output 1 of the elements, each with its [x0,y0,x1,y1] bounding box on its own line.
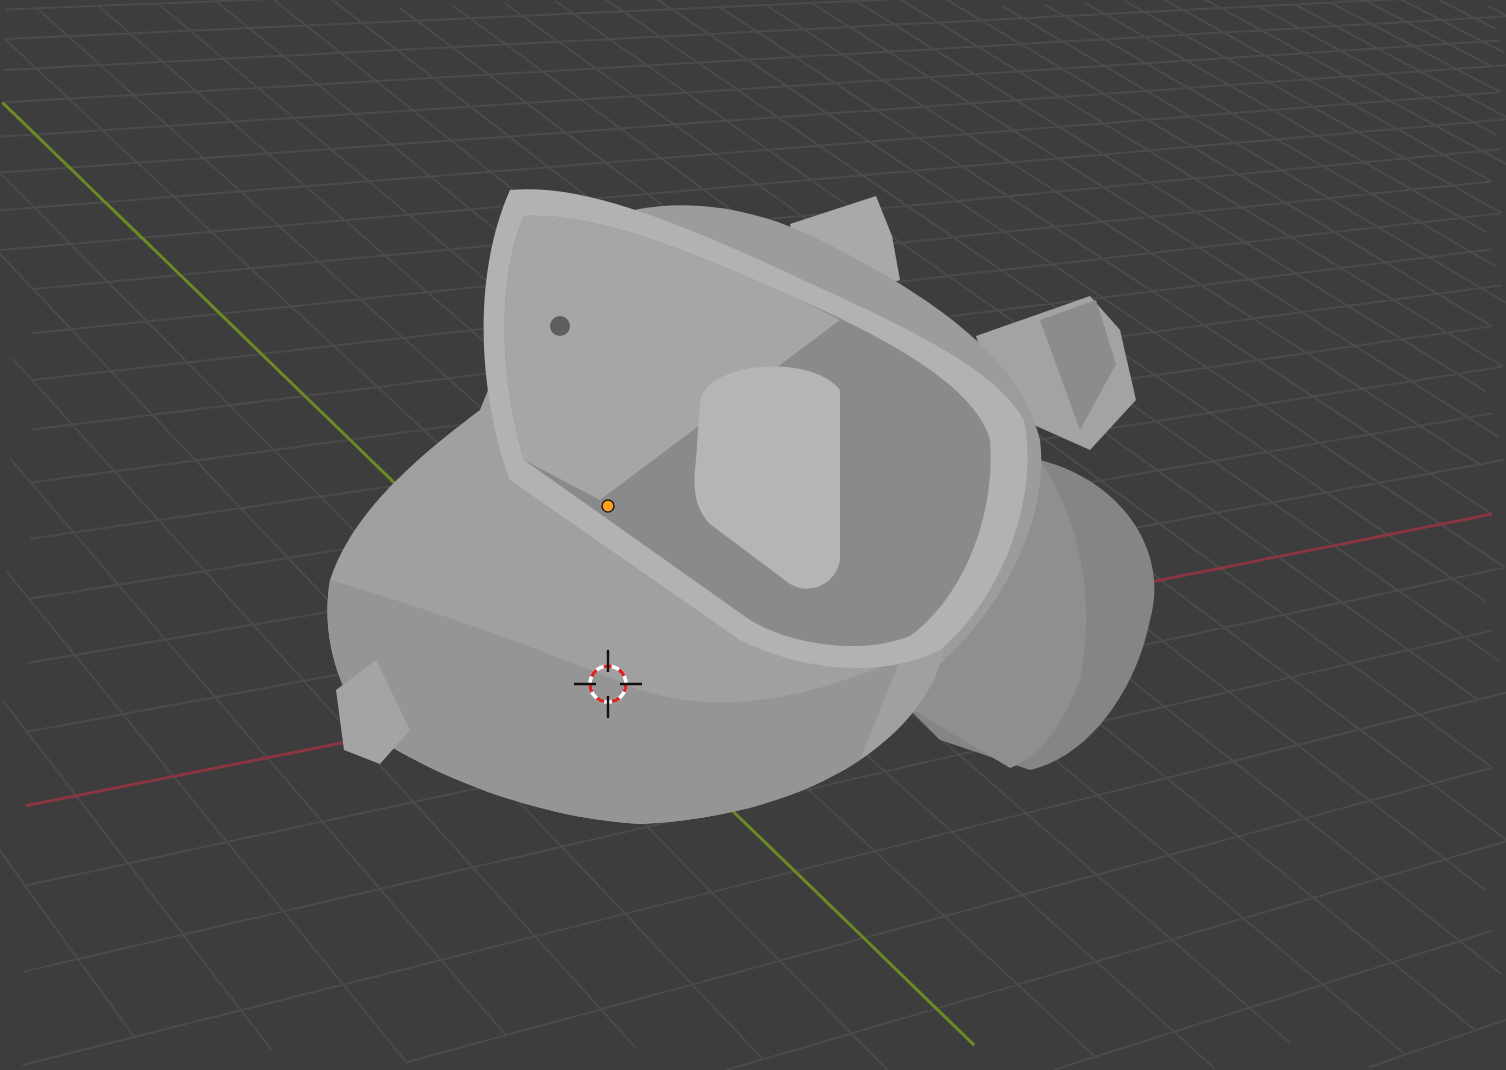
3d-cursor-icon[interactable] [572,648,644,720]
